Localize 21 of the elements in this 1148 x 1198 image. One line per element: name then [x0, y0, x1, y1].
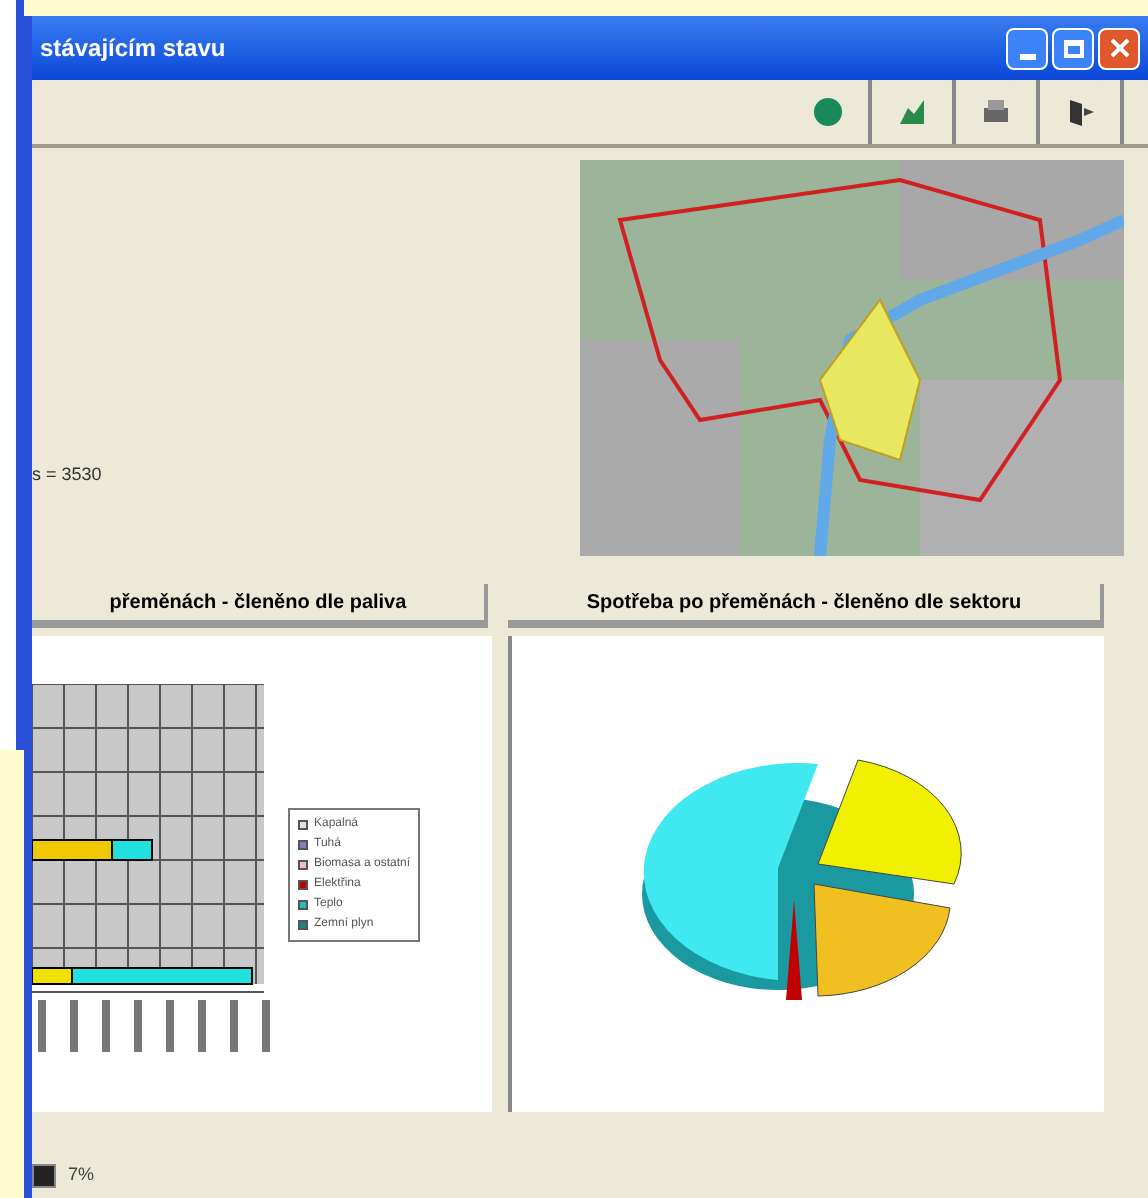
close-icon: [1109, 38, 1129, 58]
close-button[interactable]: [1098, 27, 1140, 69]
door-icon: [1064, 96, 1096, 128]
tick-mark: [70, 1000, 78, 1052]
tick-mark: [38, 1000, 46, 1052]
tick-mark: [134, 1000, 142, 1052]
info-text: s = 3530: [32, 461, 102, 487]
chart-icon: [896, 96, 928, 128]
tab[interactable]: Spotřeba po přeměnách - členěno dle sektoru: [508, 584, 1104, 628]
tab[interactable]: přeměnách - členěno dle paliva: [32, 584, 488, 628]
window-title: stávajícím stavu: [40, 32, 226, 66]
tick-mark: [198, 1000, 206, 1052]
tick-mark: [102, 1000, 110, 1052]
tick-mark: [262, 1000, 270, 1052]
tick-mark: [230, 1000, 238, 1052]
tick-mark: [166, 1000, 174, 1052]
globe-icon: [812, 96, 844, 128]
printer-icon: [980, 96, 1012, 128]
status-text: 7%: [68, 1162, 95, 1189]
minimize-button[interactable]: [1006, 27, 1048, 69]
maximize-button[interactable]: [1052, 27, 1094, 69]
